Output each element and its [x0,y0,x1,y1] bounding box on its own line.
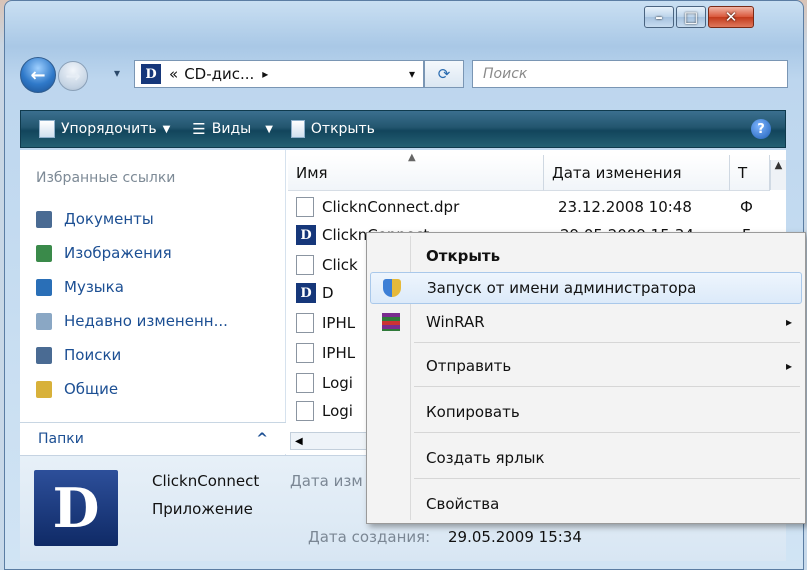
details-created-label: Дата создания: [308,528,431,546]
history-dropdown-icon[interactable]: ▾ [114,66,120,80]
address-bar[interactable]: D « CD-дис... ▸ ▾ [134,60,424,88]
submenu-arrow-icon: ▸ [785,315,792,329]
organize-icon [39,120,55,138]
chevron-down-icon: ▼ [162,123,171,135]
path-segment[interactable]: CD-дис... [184,65,254,83]
column-header-type[interactable]: Т [730,155,770,191]
fav-link-music[interactable]: Музыка [36,276,124,298]
favorite-links-title: Избранные ссылки [36,170,176,186]
shield-icon [383,279,401,297]
horizontal-scrollbar[interactable]: ◀ [290,432,368,450]
file-row[interactable]: Click [296,252,358,278]
menu-item-open[interactable]: Открыть [370,240,802,272]
menu-item-run-as-admin[interactable]: Запуск от имени администратора [370,272,802,304]
fav-link-public[interactable]: Общие [36,378,118,400]
submenu-arrow-icon: ▸ [785,359,792,373]
navigation-pane [20,150,286,455]
pictures-icon [36,244,52,262]
file-icon [296,197,314,217]
command-bar: Упорядочить ▼ ☰ Виды ▼ Открыть ? [20,110,786,148]
menu-item-winrar[interactable]: WinRAR ▸ [370,306,802,338]
menu-item-properties[interactable]: Свойства [370,488,802,520]
winrar-icon [382,313,400,331]
public-icon [36,380,52,398]
organize-button[interactable]: Упорядочить ▼ [39,120,170,138]
search-input[interactable]: Поиск [472,60,788,88]
folders-toggle[interactable]: Папки ^ [20,422,286,454]
app-large-icon: D [34,470,118,546]
file-row[interactable]: ClicknConnect.dpr 23.12.2008 10:48 Ф [296,194,753,220]
back-arrow-icon: ← [30,64,46,86]
file-row[interactable]: D D [296,280,334,306]
app-icon: D [296,225,316,245]
app-icon: D [141,64,161,84]
details-name: ClicknConnect [152,472,260,490]
scroll-up-icon: ▲ [774,160,783,171]
menu-separator [414,478,800,479]
vertical-scrollbar[interactable]: ▲ [770,160,786,190]
column-header-date[interactable]: Дата изменения [544,155,730,191]
details-created-value: 29.05.2009 15:34 [448,528,582,546]
chevron-up-icon: ^ [256,430,268,447]
file-icon [296,255,314,275]
file-icon [296,343,314,363]
chevron-down-icon: ▼ [265,123,273,135]
forward-button[interactable]: → [58,61,88,91]
refresh-icon: ⟳ [437,65,451,83]
file-icon [296,313,314,333]
open-icon [290,120,305,138]
menu-item-copy[interactable]: Копировать [370,396,802,428]
scroll-left-icon: ◀ [295,435,303,447]
file-row[interactable]: IPHL [296,310,355,336]
menu-separator [414,432,800,433]
menu-separator [414,342,800,343]
views-icon: ☰ [192,120,206,138]
music-icon [36,278,52,296]
fav-link-documents[interactable]: Документы [36,208,154,230]
fav-link-searches[interactable]: Поиски [36,344,121,366]
details-modified-label: Дата изм [290,472,363,490]
open-button[interactable]: Открыть [290,120,375,138]
sort-indicator-icon: ▲ [408,152,416,163]
views-button[interactable]: ☰ Виды ▼ [192,120,273,138]
path-chevron-icon[interactable]: ▸ [262,67,268,81]
minimize-button[interactable]: – [644,6,674,28]
path-overflow[interactable]: « [169,65,178,83]
fav-link-recent[interactable]: Недавно измененн... [36,310,228,332]
file-icon [296,373,314,393]
documents-icon [36,210,52,228]
menu-item-create-shortcut[interactable]: Создать ярлык [370,442,802,474]
menu-item-send-to[interactable]: Отправить ▸ [370,350,802,382]
searches-icon [36,346,52,364]
file-icon [296,401,314,421]
column-header-name[interactable]: Имя [288,155,544,191]
menu-separator [414,386,800,387]
address-dropdown-icon[interactable]: ▾ [409,67,415,81]
file-row[interactable]: IPHL [296,340,355,366]
recent-icon [36,312,52,330]
fav-link-pictures[interactable]: Изображения [36,242,172,264]
file-row[interactable]: Logi [296,370,353,396]
maximize-button[interactable]: □ [676,6,706,28]
back-button[interactable]: ← [20,57,56,93]
app-icon: D [296,283,316,303]
details-kind: Приложение [152,500,253,518]
refresh-button[interactable]: ⟳ [424,60,464,88]
file-row[interactable]: Logi [296,398,353,424]
forward-arrow-icon: → [65,65,81,87]
close-button[interactable]: ✕ [708,6,754,28]
help-button[interactable]: ? [751,119,771,139]
